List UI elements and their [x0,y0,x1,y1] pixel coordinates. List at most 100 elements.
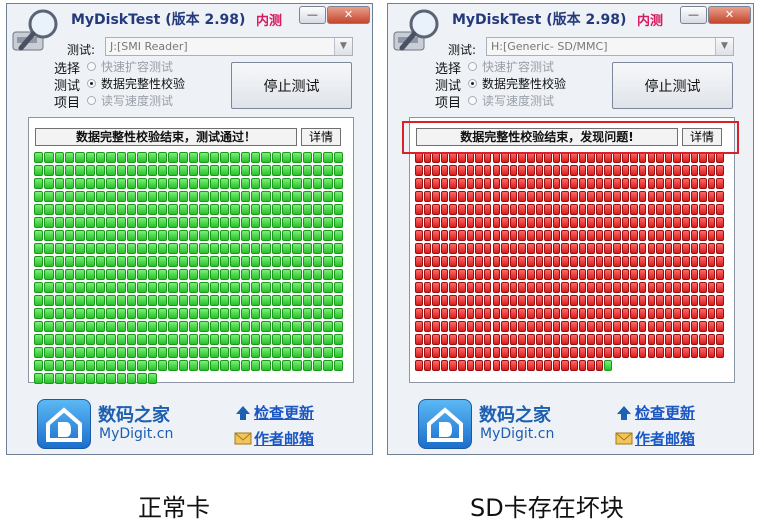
good-block-cell [178,178,188,189]
bad-block-cell [518,191,526,202]
minimize-button[interactable]: — [680,6,707,24]
good-block-cell [251,334,261,345]
bad-block-cell [681,217,690,228]
bad-block-cell [699,243,707,254]
good-block-cell [313,191,323,202]
bad-block-cell [535,282,544,293]
bad-block-cell [673,230,681,241]
good-block-cell [147,360,157,371]
good-block-cell [230,256,240,267]
good-block-cell [209,321,219,332]
minimize-button[interactable]: — [299,6,326,24]
bad-block-cell [561,269,569,280]
bad-block-cell [492,230,501,241]
window-title: MyDiskTest (版本 2.98) [71,12,246,28]
good-block-cell [127,347,137,358]
good-block-cell [220,295,230,306]
good-block-cell [168,152,178,163]
good-block-cell [313,269,323,280]
good-block-cell [65,230,75,241]
chevron-down-icon[interactable]: ▼ [715,38,733,55]
close-button[interactable]: ✕ [708,6,751,24]
close-button[interactable]: ✕ [327,6,370,24]
brand-url: MyDigit.cn [480,426,555,442]
drive-select[interactable]: H:[Generic- SD/MMC] ▼ [486,37,734,56]
good-block-cell [147,308,157,319]
bad-block-cell [535,256,544,267]
good-block-cell [302,217,312,228]
chevron-down-icon[interactable]: ▼ [334,38,352,55]
mydigit-logo [37,399,91,449]
bad-block-cell [690,217,699,228]
bad-block-cell [501,321,509,332]
good-block-cell [147,269,157,280]
good-block-cell [106,295,116,306]
good-block-cell [147,178,157,189]
good-block-cell [199,256,209,267]
bad-block-cell [458,282,466,293]
bad-block-cell [483,321,492,332]
stop-test-button[interactable]: 停止测试 [612,62,733,109]
drive-value: J:[SMI Reader] [110,40,188,53]
bad-block-cell [535,360,544,371]
bad-block-cell [458,360,466,371]
bad-block-cell [432,347,440,358]
bad-block-cell [432,269,440,280]
good-block-cell [85,178,95,189]
good-block-cell [96,308,106,319]
radio-data-integrity[interactable]: 数据完整性校验 [468,75,566,92]
radio-data-integrity[interactable]: 数据完整性校验 [87,75,185,92]
good-block-cell [261,178,271,189]
radio-rw-speed[interactable]: 读写速度测试 [87,92,173,109]
good-block-cell [199,165,209,176]
good-block-cell [168,256,178,267]
bad-block-cell [440,282,449,293]
good-block-cell [220,243,230,254]
bad-block-cell [526,334,535,345]
radio-rw-speed[interactable]: 读写速度测试 [468,92,554,109]
bad-block-cell [535,308,544,319]
bad-block-cell [440,230,449,241]
bad-block-cell [587,230,595,241]
bad-block-cell [552,347,561,358]
drive-select[interactable]: J:[SMI Reader] ▼ [105,37,353,56]
good-block-cell [261,243,271,254]
bad-block-cell [630,256,638,267]
bad-block-cell [466,243,475,254]
bad-block-cell [544,282,552,293]
bad-block-cell [518,334,526,345]
bad-block-cell [604,334,613,345]
author-mail-link[interactable]: 作者邮箱 [635,428,695,449]
good-block-cell [230,282,240,293]
good-block-cell [158,152,168,163]
details-button[interactable]: 详情 [301,128,341,146]
good-block-cell [313,334,323,345]
good-block-cell [106,373,116,384]
bad-block-cell [544,165,552,176]
good-block-cell [85,334,95,345]
bad-block-cell [707,256,716,267]
stop-test-button[interactable]: 停止测试 [231,62,352,109]
good-block-cell [137,204,147,215]
good-block-cell [209,256,219,267]
bad-block-cell [673,334,681,345]
bad-block-cell [449,191,458,202]
good-block-cell [178,191,188,202]
radio-quick-capacity[interactable]: 快速扩容测试 [87,58,173,75]
author-mail-link[interactable]: 作者邮箱 [254,428,314,449]
good-block-cell [292,165,302,176]
good-block-cell [240,178,250,189]
check-update-link[interactable]: 检查更新 [635,402,695,423]
bad-block-cell [423,230,432,241]
radio-quick-capacity[interactable]: 快速扩容测试 [468,58,554,75]
good-block-cell [271,230,281,241]
bad-block-cell [466,178,475,189]
good-block-cell [199,230,209,241]
good-block-cell [168,217,178,228]
good-block-cell [127,334,137,345]
good-block-cell [282,152,292,163]
check-update-link[interactable]: 检查更新 [254,402,314,423]
good-block-cell [333,152,343,163]
good-block-cell [323,191,333,202]
good-block-cell [178,204,188,215]
